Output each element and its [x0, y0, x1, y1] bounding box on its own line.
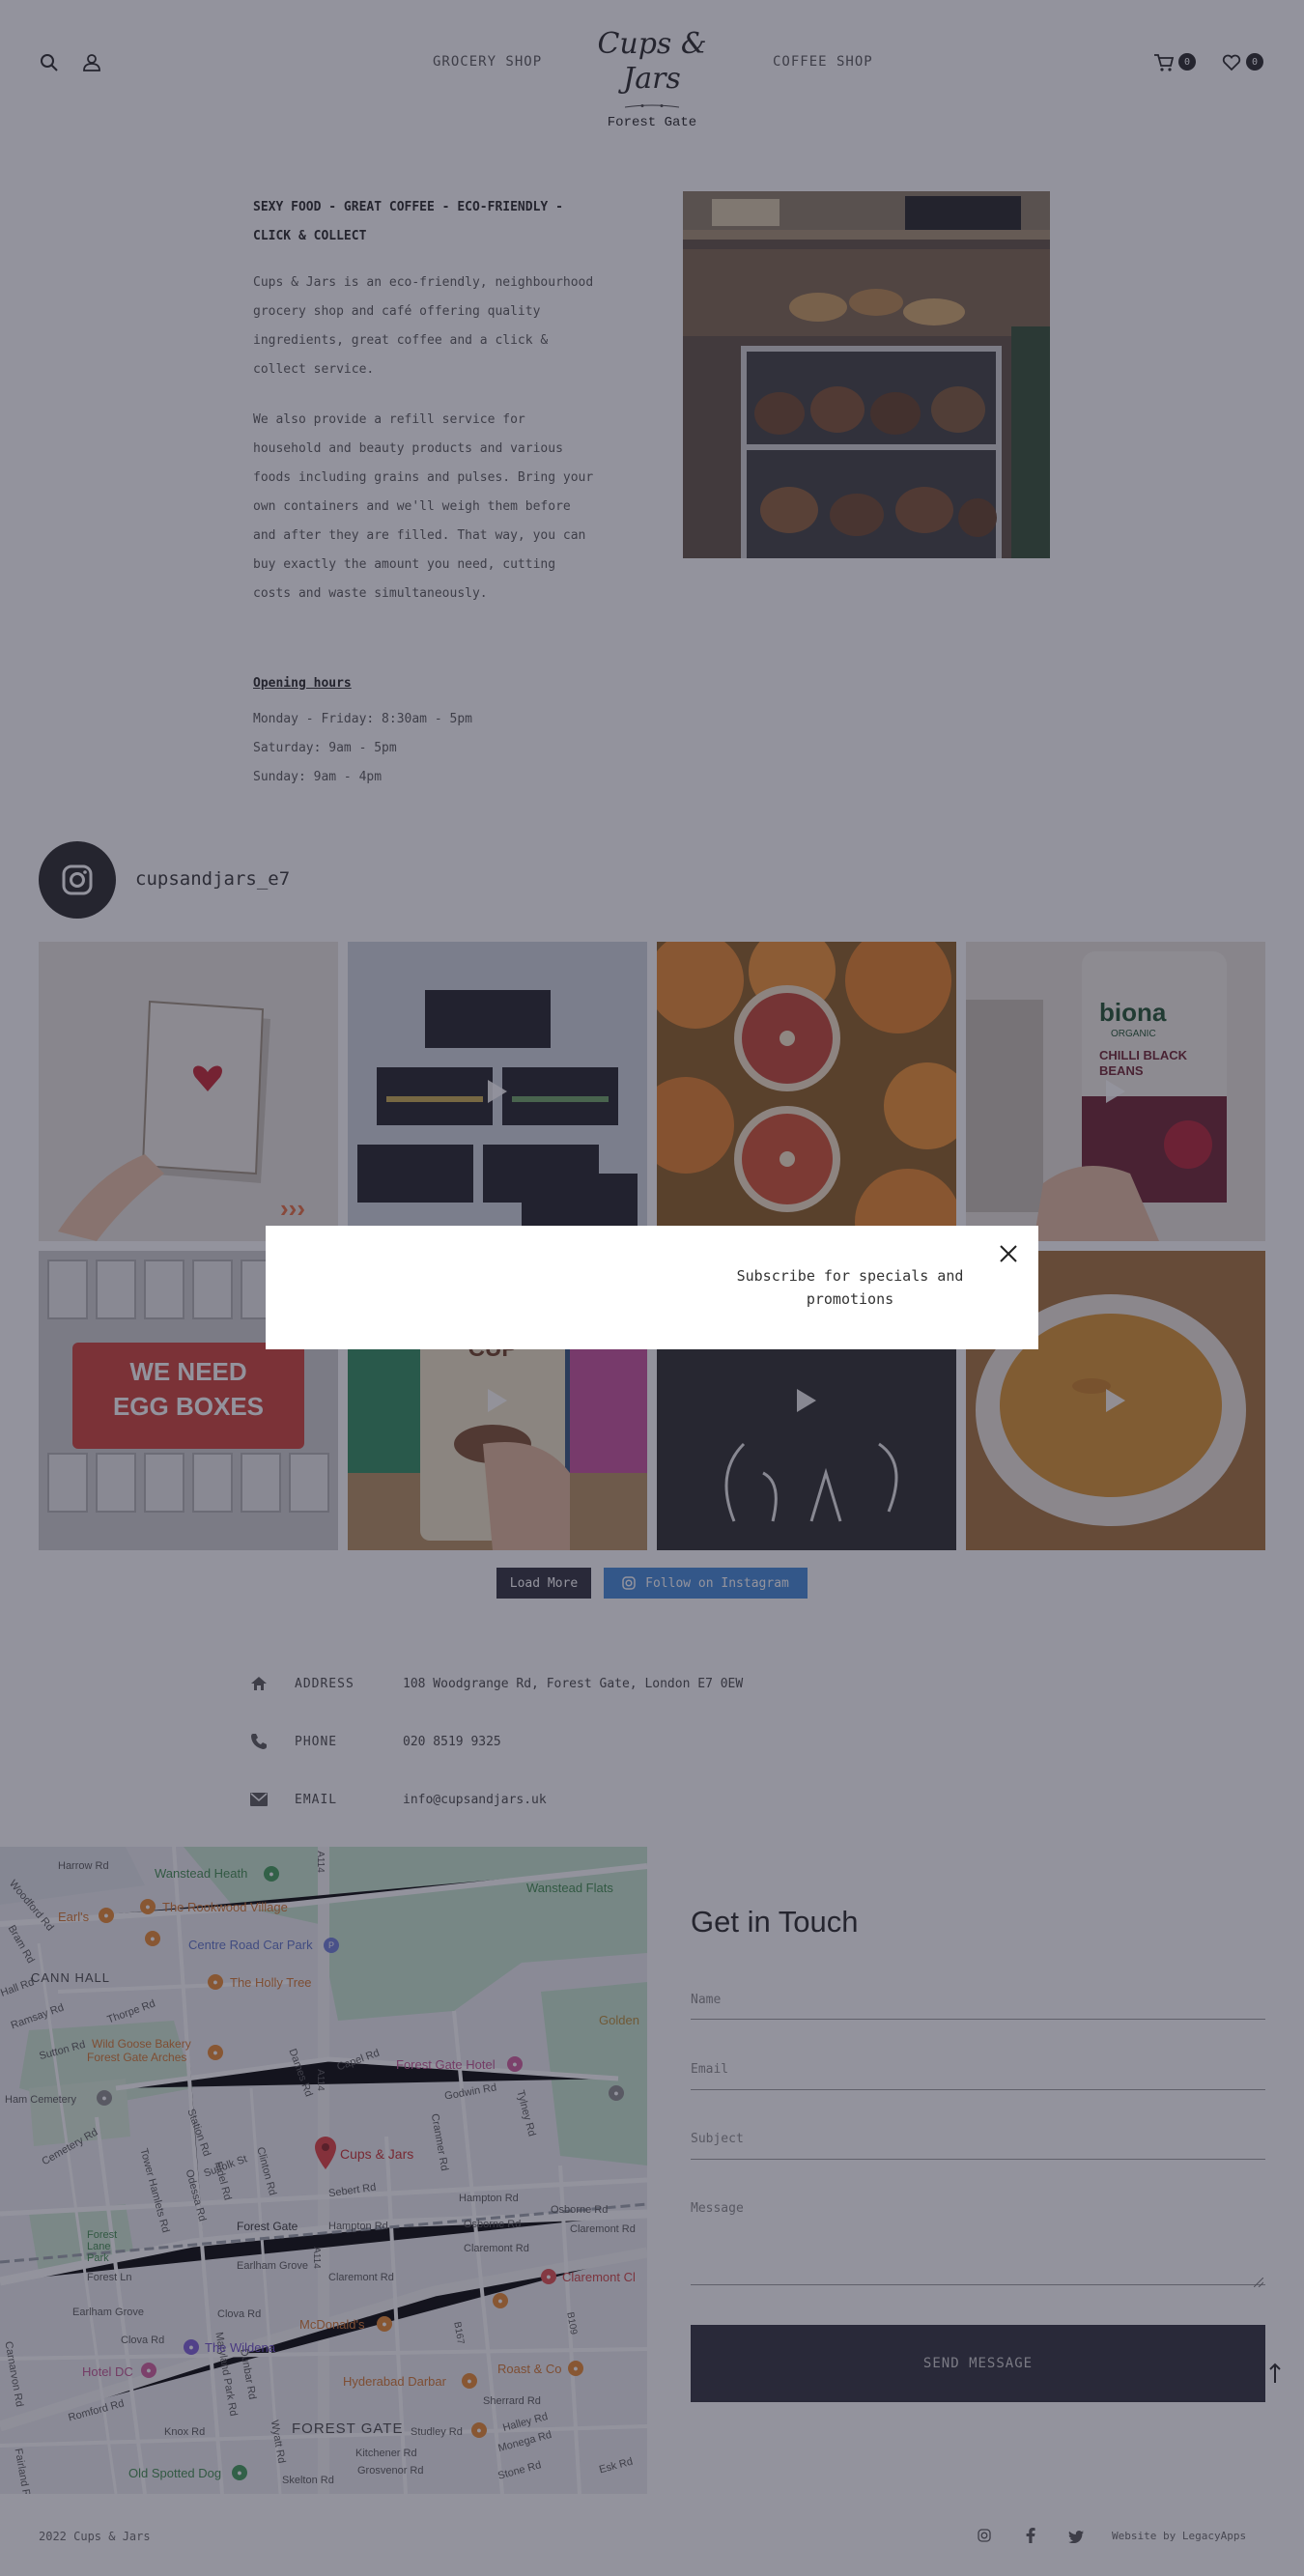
subscribe-popup-text: Subscribe for specials and promotions — [710, 1264, 990, 1311]
subscribe-text-line-2: promotions — [806, 1290, 894, 1308]
close-icon[interactable] — [996, 1241, 1021, 1266]
subscribe-popup: Subscribe for specials and promotions — [266, 1226, 1038, 1349]
subscribe-text-line-1: Subscribe for specials and — [736, 1267, 964, 1285]
